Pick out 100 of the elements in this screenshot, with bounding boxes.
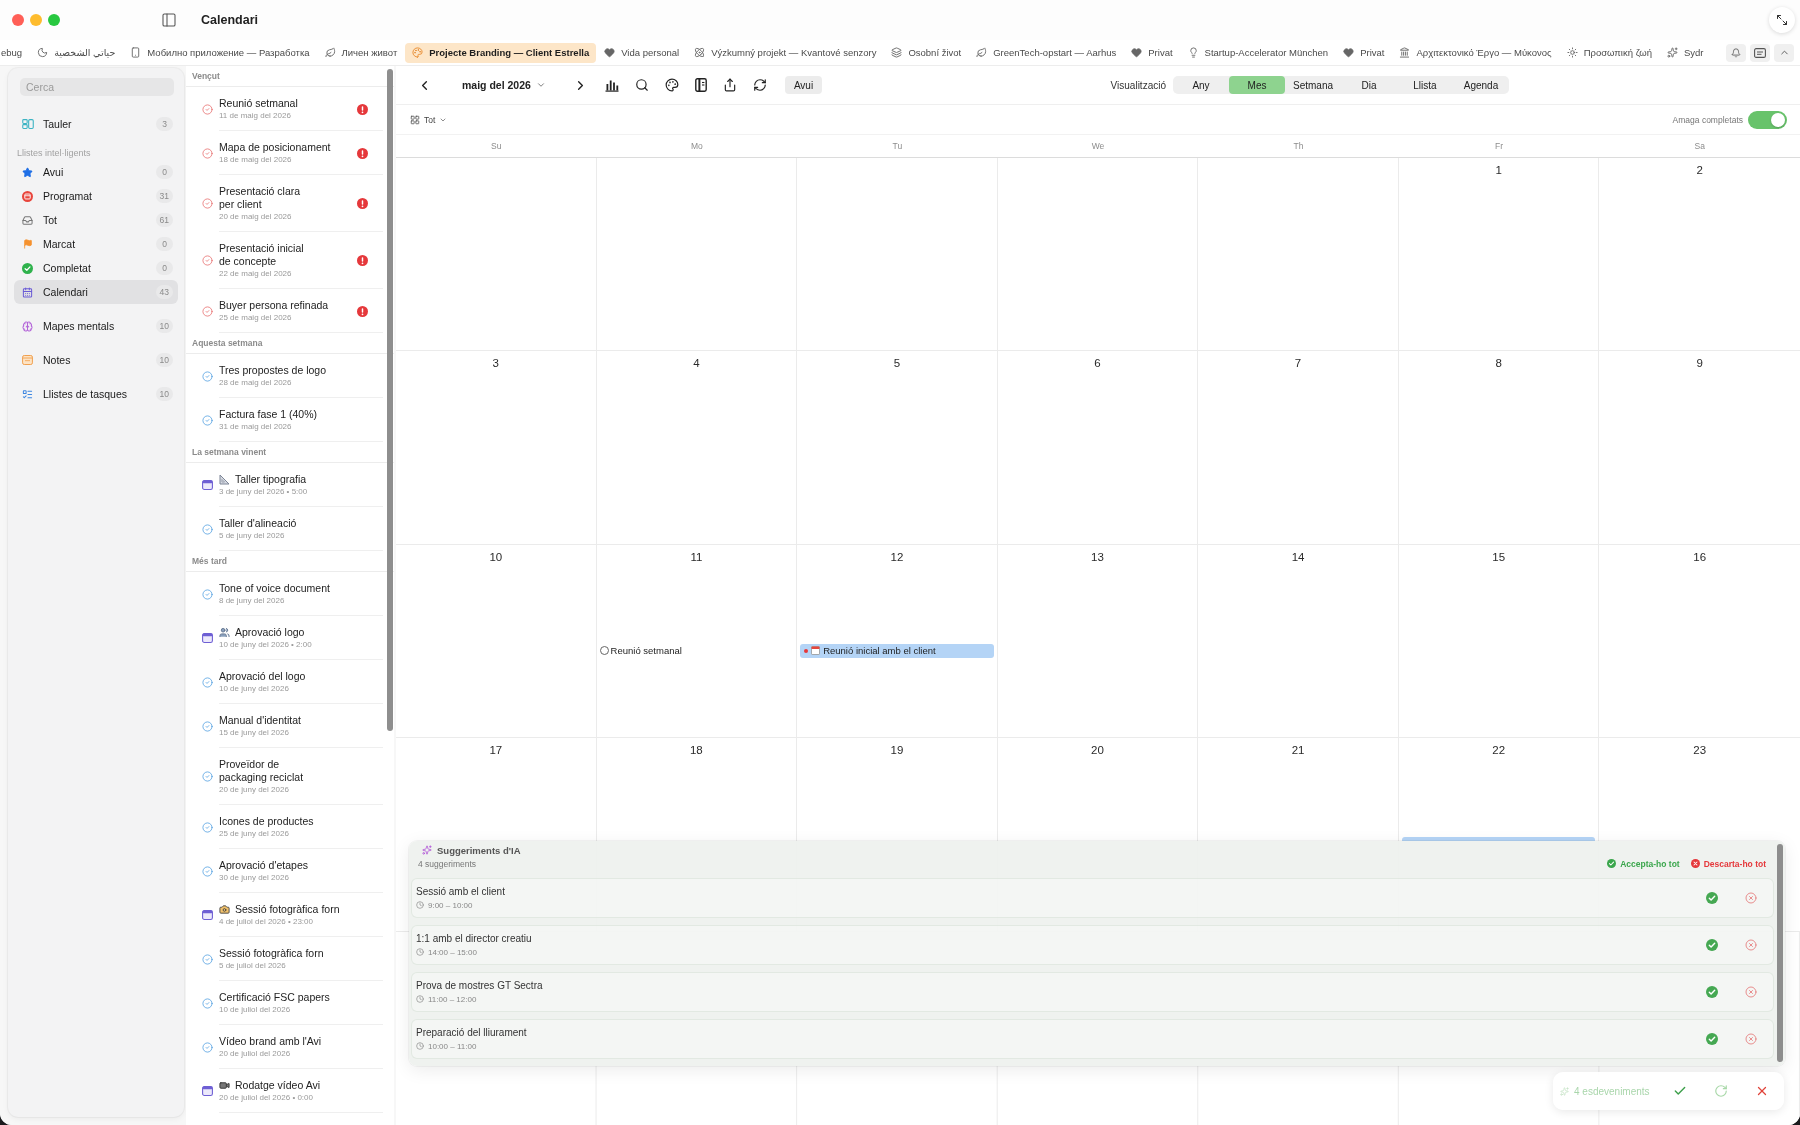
task-item[interactable]: Icones de productes 25 de juny del 2026: [186, 805, 394, 849]
task-item[interactable]: Manual d'identitat 15 de juny del 2026: [186, 704, 394, 748]
task-item[interactable]: Aprovació del logo 10 de juny del 2026: [186, 660, 394, 704]
search-icon[interactable]: [634, 78, 649, 92]
check-circle-icon[interactable]: [202, 523, 213, 535]
calendar-event[interactable]: [1401, 837, 1596, 842]
task-item[interactable]: Presentació clara per client 20 de maig del 2026: [186, 175, 394, 232]
scrollbar-thumb[interactable]: [1777, 844, 1783, 1062]
task-item[interactable]: Certificació FSC papers 10 de juliol del 2026: [186, 981, 394, 1025]
tab[interactable]: Privat: [1336, 42, 1392, 63]
sidebar-item[interactable]: Programat 31: [14, 184, 178, 208]
task-item[interactable]: Tone of voice document 8 de juny del 2026: [186, 572, 394, 616]
discard-button[interactable]: [1745, 892, 1757, 904]
check-circle-icon[interactable]: [202, 953, 213, 965]
filter-dropdown[interactable]: Tot: [410, 114, 448, 125]
check-circle-icon[interactable]: [202, 771, 213, 782]
check-circle-icon[interactable]: [202, 865, 213, 877]
tab[interactable]: Sydr: [1659, 42, 1711, 63]
share-icon[interactable]: [722, 78, 737, 92]
notifications-button[interactable]: [1726, 43, 1746, 62]
discard-button[interactable]: [1745, 1033, 1757, 1045]
tab[interactable]: Προσωπική ζωή: [1559, 42, 1659, 63]
tab[interactable]: Личен живот: [317, 42, 405, 63]
check-circle-icon[interactable]: [202, 588, 213, 600]
check-circle-icon[interactable]: [202, 147, 213, 159]
discard-button[interactable]: [1745, 986, 1757, 998]
check-circle-icon[interactable]: [202, 103, 213, 115]
tab[interactable]: Výzkumný projekt — Kvantové senzory: [687, 42, 884, 63]
task-item[interactable]: Presentació inicial de concepte 22 de maig del 2026: [186, 232, 394, 289]
task-item[interactable]: Rodatge vídeo Avi 20 de juliol del 2026 • 0:00: [186, 1069, 394, 1113]
tab[interactable]: Osobní život: [884, 42, 969, 63]
sidebar-item[interactable]: Notes 10: [14, 348, 178, 372]
zoom-button[interactable]: [48, 14, 60, 26]
sidebar-toggle-icon[interactable]: [161, 12, 177, 28]
search-field[interactable]: Cerca: [20, 78, 174, 96]
sidebar-item[interactable]: Avui 0: [14, 160, 178, 184]
task-item[interactable]: Mapa de posicionament 18 de maig del 2026: [186, 131, 394, 175]
sidebar-item[interactable]: Tot 61: [14, 208, 178, 232]
discard-all-button[interactable]: Descarta-ho tot: [1690, 858, 1766, 869]
close-button[interactable]: [12, 14, 24, 26]
sidebar-item[interactable]: Mapes mentals 10: [14, 314, 178, 338]
view-tab[interactable]: Any: [1173, 76, 1229, 94]
check-circle-icon[interactable]: [202, 198, 213, 209]
bar-chart-icon[interactable]: [604, 78, 619, 92]
check-circle-icon[interactable]: [202, 997, 213, 1009]
sidebar-item[interactable]: Completat 0: [14, 256, 178, 280]
expand-button[interactable]: [1769, 7, 1795, 33]
sidebar-item[interactable]: Marcat 0: [14, 232, 178, 256]
sidebar-item[interactable]: Tauler 3: [14, 112, 178, 136]
today-button[interactable]: Avui: [784, 76, 823, 94]
task-item[interactable]: Aprovació logo 10 de juny del 2026 • 2:00: [186, 616, 394, 660]
confirm-button[interactable]: [1673, 1084, 1687, 1098]
check-circle-icon[interactable]: [202, 370, 213, 382]
calendar-task[interactable]: Reunió setmanal: [610, 645, 682, 657]
refresh-button[interactable]: [1714, 1084, 1728, 1098]
task-item[interactable]: Proveïdor de packaging reciclat 20 de juny del 2026: [186, 748, 394, 805]
palette-icon[interactable]: [664, 78, 679, 92]
panel-button[interactable]: [1750, 43, 1770, 62]
tab[interactable]: Vida personal: [597, 42, 687, 63]
task-item[interactable]: Vídeo brand amb l'Avi 20 de juliol del 2026: [186, 1025, 394, 1069]
task-item[interactable]: Taller tipografia 3 de juny del 2026 • 5:00: [186, 463, 394, 507]
accept-button[interactable]: [1706, 1033, 1718, 1045]
check-circle-icon[interactable]: [202, 676, 213, 688]
tab[interactable]: ebug: [0, 42, 30, 63]
view-tab[interactable]: Mes: [1229, 76, 1285, 94]
discard-button[interactable]: [1745, 939, 1757, 951]
tab[interactable]: Мобилно приложение — Разработка: [123, 42, 317, 63]
tab[interactable]: Αρχιτεκτονικό Έργο — Μύκονος: [1392, 42, 1559, 63]
view-tab[interactable]: Agenda: [1453, 76, 1509, 94]
scrollbar-thumb[interactable]: [387, 69, 393, 731]
view-tab[interactable]: Setmana: [1285, 76, 1341, 94]
task-item[interactable]: Sessió fotogràfica forn 5 de juliol del 2026: [186, 937, 394, 981]
task-item[interactable]: Factura fase 1 (40%) 31 de maig del 2026: [186, 398, 394, 442]
task-item[interactable]: Aprovació d'etapes 30 de juny del 2026: [186, 849, 394, 893]
sidebar-item[interactable]: Calendari 43: [14, 280, 178, 304]
task-item[interactable]: Tres propostes de logo 28 de maig del 2026: [186, 354, 394, 398]
check-circle-icon[interactable]: [202, 720, 213, 732]
check-circle-icon[interactable]: [202, 1041, 213, 1053]
task-item[interactable]: Buyer persona refinada 25 de maig del 2026: [186, 289, 394, 333]
sidebar-item[interactable]: Llistes de tasques 10: [14, 382, 178, 406]
tab[interactable]: Startup-Accelerator München: [1180, 42, 1336, 63]
accept-button[interactable]: [1706, 939, 1718, 951]
check-circle-icon[interactable]: [202, 305, 213, 317]
view-tab[interactable]: Dia: [1341, 76, 1397, 94]
check-circle-icon[interactable]: [202, 255, 213, 266]
tab[interactable]: GreenTech-opstart — Aarhus: [969, 42, 1124, 63]
view-tab[interactable]: Llista: [1397, 76, 1453, 94]
minimize-button[interactable]: [30, 14, 42, 26]
check-circle-icon[interactable]: [202, 414, 213, 426]
accept-button[interactable]: [1706, 892, 1718, 904]
check-circle-icon[interactable]: [202, 821, 213, 833]
tab[interactable]: حياتي الشخصية: [30, 42, 123, 63]
tab[interactable]: Privat: [1124, 42, 1180, 63]
hide-completed-switch[interactable]: [1748, 110, 1787, 129]
tab[interactable]: Projecte Branding — Client Estrella: [405, 42, 597, 63]
notebook-icon[interactable]: [694, 78, 707, 92]
calendar-event[interactable]: Reunió inicial amb el client: [800, 643, 994, 658]
month-picker[interactable]: maig del 2026: [462, 79, 546, 91]
close-button[interactable]: [1755, 1084, 1769, 1098]
accept-button[interactable]: [1706, 986, 1718, 998]
